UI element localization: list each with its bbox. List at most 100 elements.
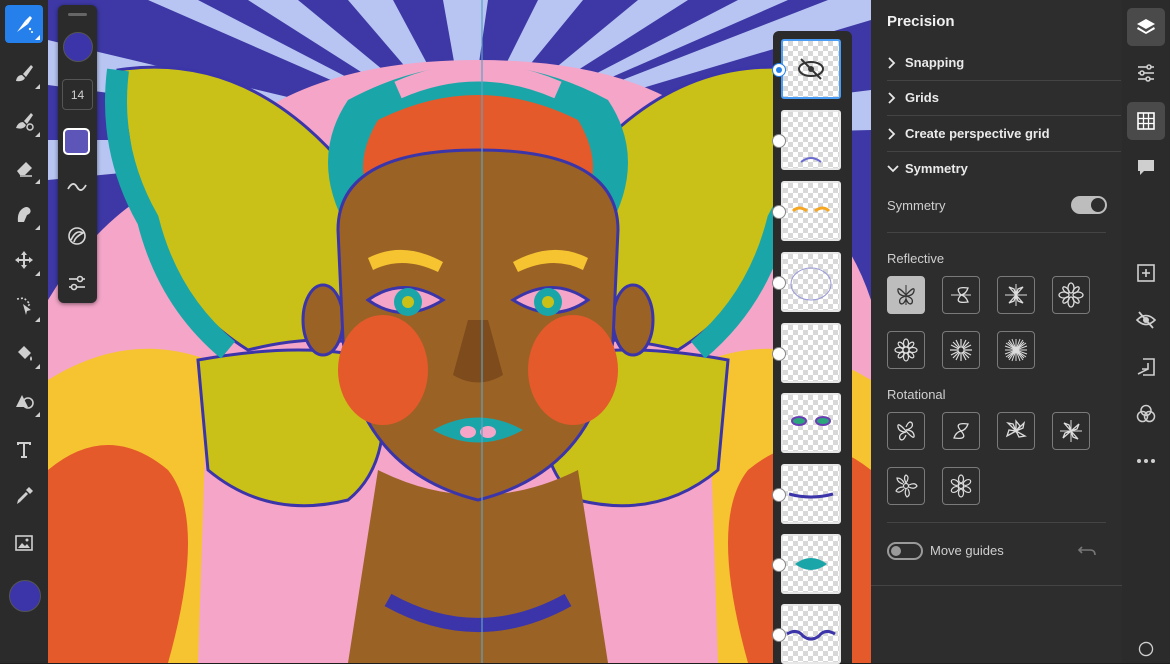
undo-icon — [1077, 546, 1096, 556]
reflective-horizontal-button[interactable] — [942, 276, 980, 314]
rotational-6-icon — [950, 474, 972, 498]
layer-preview — [791, 206, 831, 213]
import-button[interactable] — [1127, 348, 1165, 386]
eyedropper-tool[interactable] — [5, 477, 43, 515]
vector-brush-tool[interactable] — [5, 54, 43, 92]
section-label: Create perspective grid — [905, 126, 1050, 141]
layer-visibility-badge[interactable] — [772, 628, 786, 642]
paint-bucket-icon — [18, 346, 32, 361]
layer-preview — [790, 267, 832, 301]
layer-visibility-badge[interactable] — [772, 488, 786, 502]
reflective-octo-button[interactable] — [887, 331, 925, 369]
current-color-swatch[interactable] — [9, 580, 41, 612]
chevron-down-icon — [887, 164, 905, 174]
text-tool[interactable] — [5, 430, 43, 468]
pixel-brush-icon — [17, 16, 33, 33]
rotational-5-icon — [895, 474, 918, 498]
shapes-tool[interactable] — [5, 382, 43, 420]
brush-color-swatch[interactable] — [63, 32, 93, 62]
more-button[interactable] — [1127, 442, 1165, 480]
text-icon — [17, 442, 31, 458]
section-perspective-grid[interactable]: Create perspective grid — [887, 116, 1121, 152]
image-tool[interactable] — [5, 524, 43, 562]
layer-visibility-badge[interactable] — [772, 63, 786, 77]
mixer-brush-icon — [16, 113, 34, 131]
layer-preview — [791, 416, 831, 426]
comment-icon — [1138, 160, 1154, 175]
drag-handle[interactable] — [68, 13, 87, 16]
properties-button[interactable] — [1127, 54, 1165, 92]
section-grids[interactable]: Grids — [887, 80, 1121, 116]
rotational-butterfly-icon — [897, 421, 915, 441]
transform-tool[interactable] — [5, 241, 43, 279]
symmetry-toggle-label: Symmetry — [887, 198, 946, 213]
rotational-6-button[interactable] — [942, 467, 980, 505]
rotational-3-button[interactable] — [997, 412, 1035, 450]
layers-panel-button[interactable] — [1127, 8, 1165, 46]
brush-size-field[interactable]: 14 — [62, 79, 93, 110]
import-icon — [1137, 358, 1155, 376]
comments-button[interactable] — [1127, 148, 1165, 186]
layer-thumbnail[interactable] — [781, 110, 841, 170]
right-rail — [1122, 0, 1170, 663]
move-guides-label: Move guides — [930, 543, 1004, 558]
precision-button[interactable] — [1127, 102, 1165, 140]
rotational-2-diag-button[interactable] — [942, 412, 980, 450]
layer-thumbnail[interactable] — [781, 604, 841, 664]
reflective-hex-button[interactable] — [1052, 276, 1090, 314]
brush-opacity-swatch[interactable] — [63, 128, 90, 155]
symmetry-toggle[interactable] — [1071, 196, 1107, 214]
rotational-4-icon — [1060, 420, 1082, 442]
reflective-vertical-button[interactable] — [887, 276, 925, 314]
butterfly-mirror-icon — [897, 285, 915, 305]
pixel-brush-tool[interactable] — [5, 5, 43, 43]
move-guides-toggle[interactable] — [887, 542, 923, 560]
fill-tool[interactable] — [5, 334, 43, 372]
image-icon — [15, 535, 33, 551]
hidden-layer-icon — [798, 58, 824, 80]
smoothing-button[interactable] — [64, 174, 90, 200]
brush-style-button[interactable] — [64, 223, 90, 249]
blend-button[interactable] — [1127, 395, 1165, 433]
layer-preview — [800, 157, 822, 163]
layer-thumbnail[interactable] — [781, 393, 841, 453]
hide-layer-button[interactable] — [1127, 301, 1165, 339]
layer-thumbnail[interactable] — [781, 534, 841, 594]
layer-visibility-badge[interactable] — [772, 347, 786, 361]
reset-guides-button[interactable] — [1076, 541, 1098, 561]
rotational-4-button[interactable] — [1052, 412, 1090, 450]
rotational-leaf-icon — [953, 423, 969, 439]
layer-visibility-badge[interactable] — [772, 205, 786, 219]
layer-thumbnail[interactable] — [781, 39, 841, 99]
layer-thumbnail[interactable] — [781, 464, 841, 524]
add-layer-button[interactable] — [1127, 254, 1165, 292]
brush-size-value: 14 — [70, 87, 85, 102]
layer-visibility-badge[interactable] — [772, 134, 786, 148]
sliders-icon — [69, 275, 85, 291]
canvas[interactable] — [48, 0, 871, 663]
layer-visibility-badge[interactable] — [772, 558, 786, 572]
section-symmetry[interactable]: Symmetry — [887, 151, 1121, 186]
help-button[interactable] — [1127, 640, 1165, 663]
liquify-icon — [17, 207, 31, 222]
liquify-tool[interactable] — [5, 195, 43, 233]
rotational-2-button[interactable] — [887, 412, 925, 450]
mixer-brush-tool[interactable] — [5, 102, 43, 140]
divider — [887, 522, 1106, 523]
layer-visibility-badge[interactable] — [772, 276, 786, 290]
layer-thumbnail[interactable] — [781, 252, 841, 312]
brush-stroke-icon — [68, 227, 86, 245]
rotational-5-button[interactable] — [887, 467, 925, 505]
section-snapping[interactable]: Snapping — [887, 45, 1121, 81]
layer-thumbnail[interactable] — [781, 323, 841, 383]
more-dots-icon — [1137, 459, 1155, 463]
reflective-radial-button[interactable] — [997, 331, 1035, 369]
selection-tool[interactable] — [5, 287, 43, 325]
reflective-quad-button[interactable] — [997, 276, 1035, 314]
layer-thumbnail[interactable] — [781, 181, 841, 241]
add-layer-icon — [1137, 264, 1155, 282]
rotational-3-icon — [1005, 419, 1027, 438]
eraser-tool[interactable] — [5, 149, 43, 187]
reflective-dodeca-button[interactable] — [942, 331, 980, 369]
brush-options-button[interactable] — [64, 270, 90, 296]
